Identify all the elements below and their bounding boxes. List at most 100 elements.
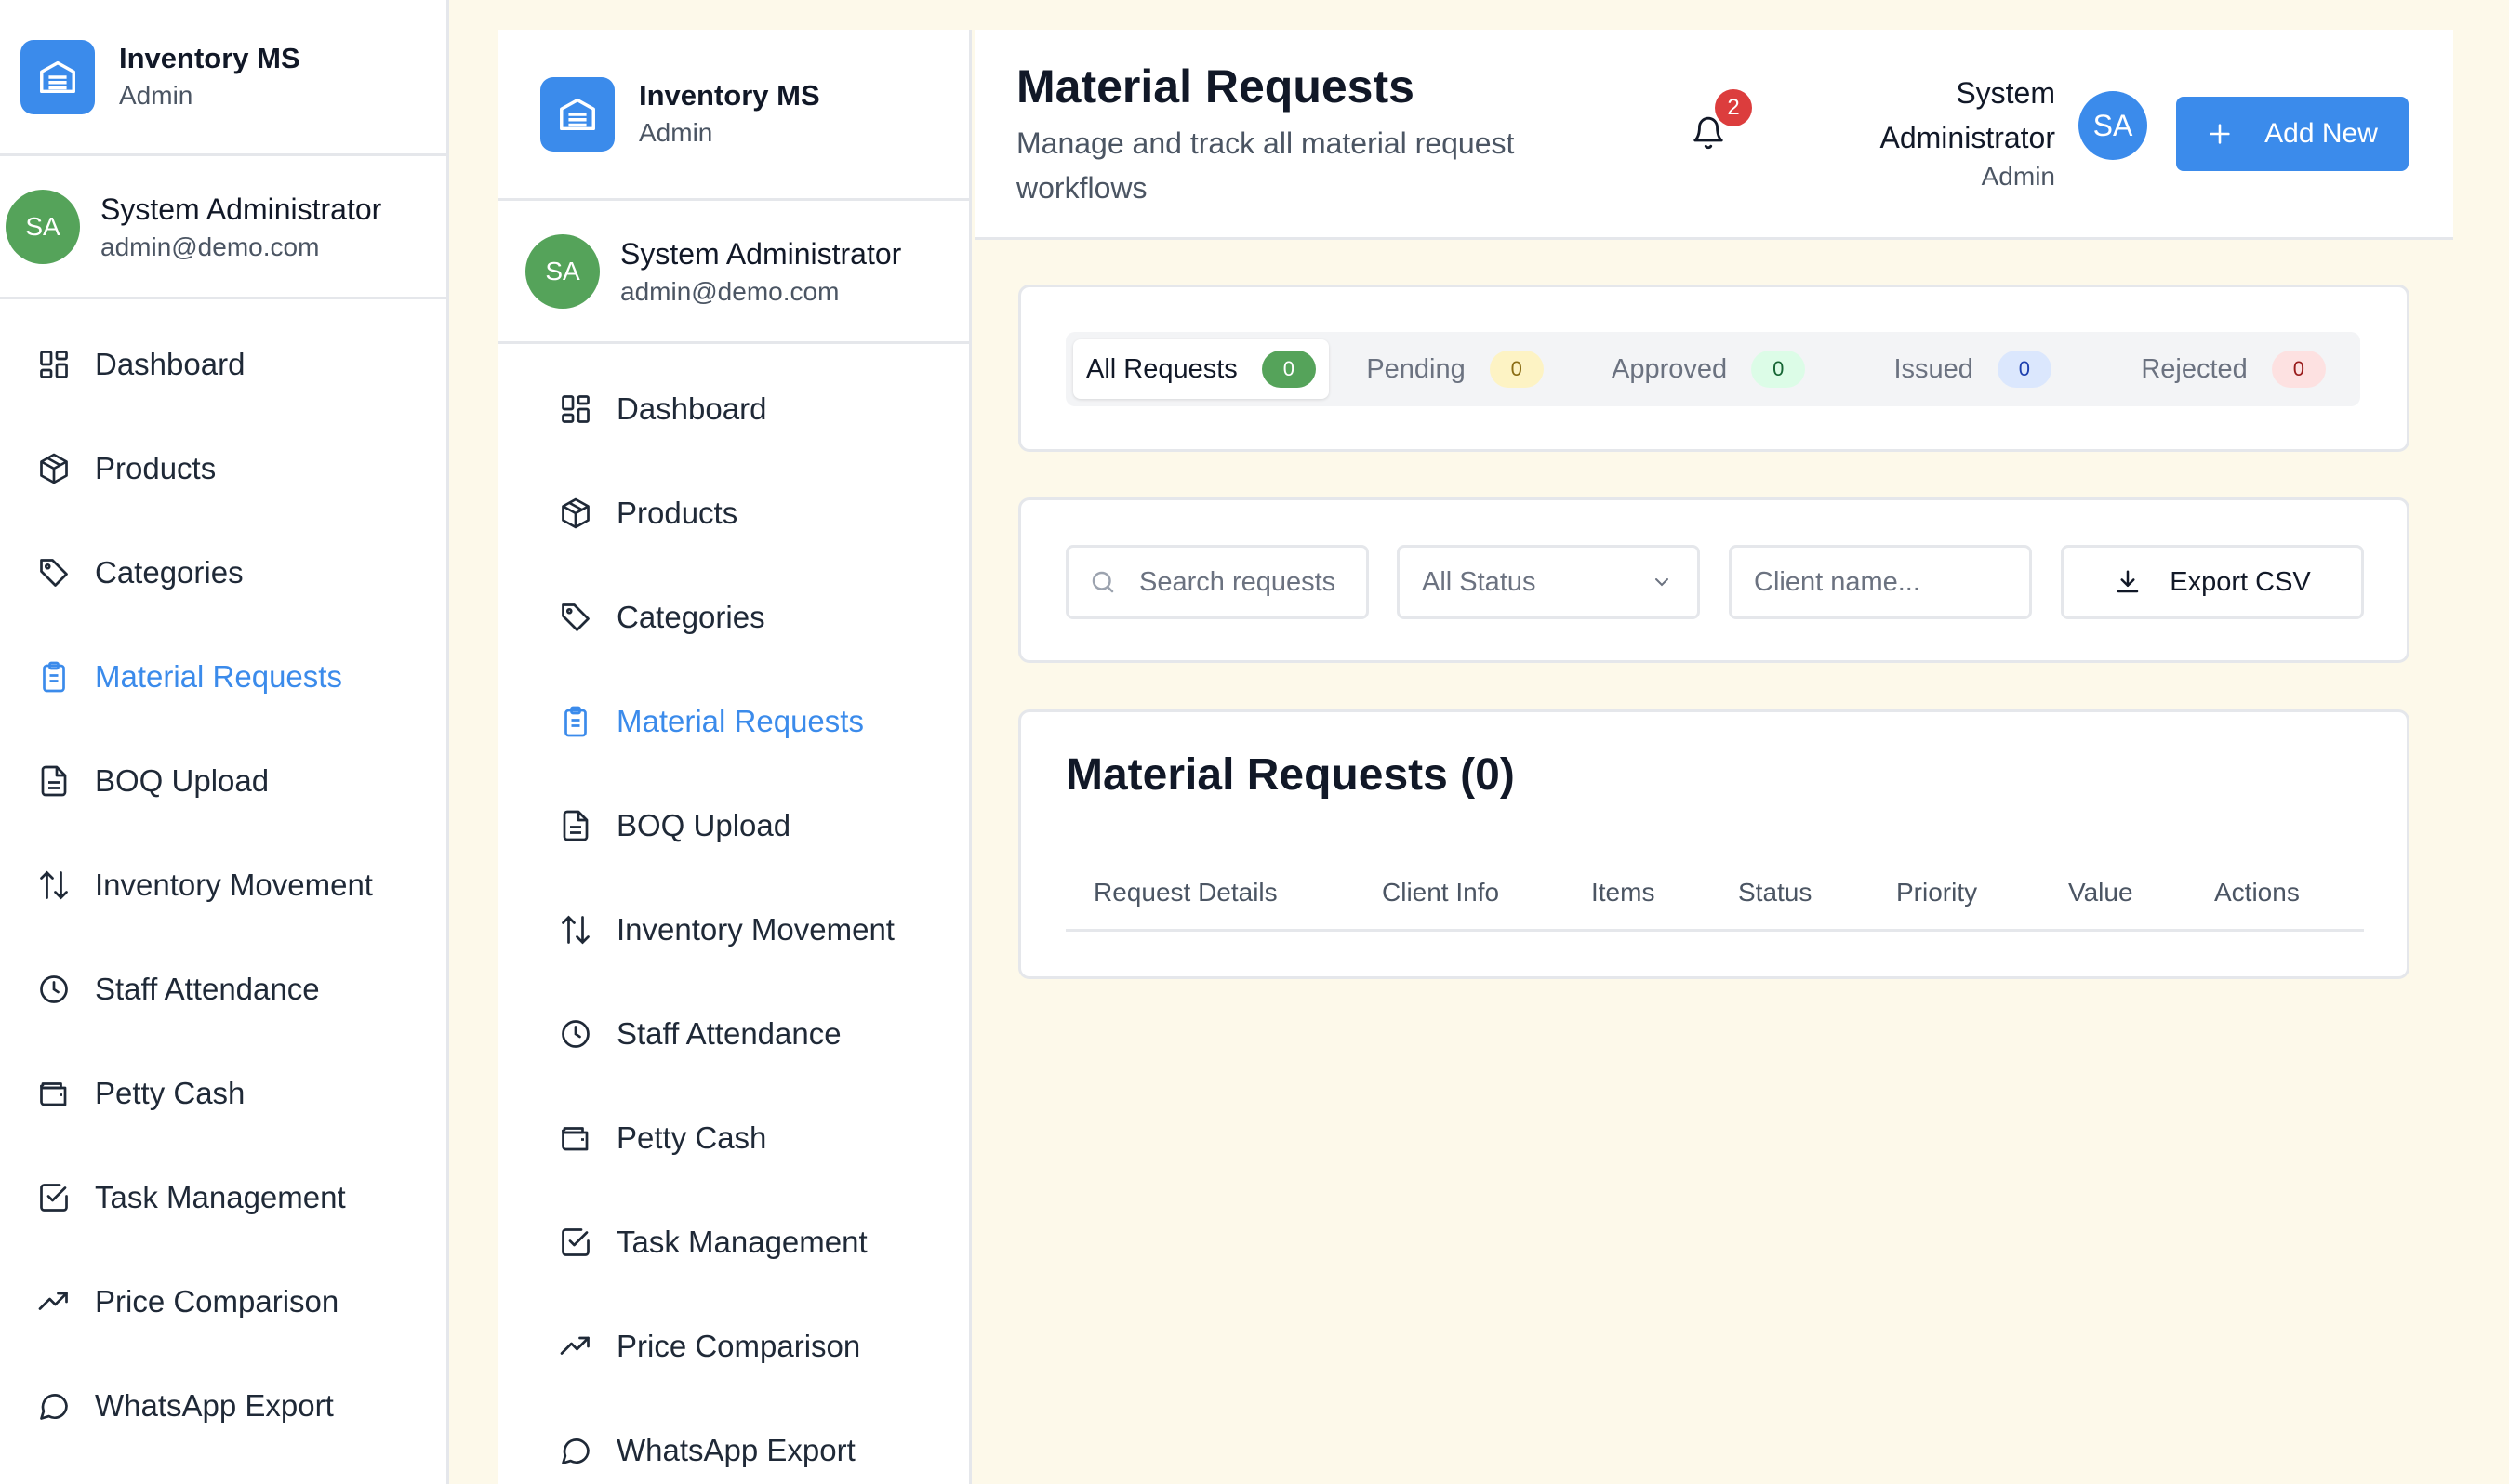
sidebar-item-petty-cash[interactable]: Petty Cash (498, 1086, 969, 1190)
sidebar-item-label: Staff Attendance (95, 972, 320, 1006)
tab-label: Approved (1612, 353, 1728, 384)
column-header[interactable]: Client Info (1382, 878, 1499, 908)
sidebar-item-categories[interactable]: Categories (498, 565, 969, 669)
search-placeholder: Search requests (1139, 566, 1336, 597)
export-csv-button[interactable]: Export CSV (2061, 545, 2364, 619)
sidebar-item-dashboard[interactable]: Dashboard (498, 357, 969, 461)
sidebar-item-price-comparison[interactable]: Price Comparison (0, 1250, 446, 1354)
user-email: admin@demo.com (620, 276, 840, 306)
sidebar-item-products[interactable]: Products (0, 417, 446, 521)
column-header[interactable]: Priority (1896, 878, 1977, 908)
sidebar-item-label: Petty Cash (95, 1076, 246, 1110)
header-user-name-line1: System (1956, 76, 2055, 110)
header-user-name-line2: Administrator (1879, 121, 2056, 154)
sidebar-item-whatsapp-export[interactable]: WhatsApp Export (0, 1354, 446, 1458)
wallet-icon (35, 1075, 73, 1112)
sidebar-item-material-requests[interactable]: Material Requests (0, 625, 446, 729)
sidebar-item-label: Products (95, 451, 217, 485)
message-circle-icon (35, 1387, 73, 1424)
sidebar-item-label: Categories (95, 555, 244, 590)
tab-label: All Requests (1086, 353, 1238, 384)
count-badge: 0 (1261, 351, 1316, 388)
tab-rejected[interactable]: Rejected 0 (2085, 339, 2353, 399)
sidebar-item-task-management[interactable]: Task Management (498, 1190, 969, 1294)
add-new-button[interactable]: Add New (2176, 97, 2409, 171)
page-subtitle: Manage and track all material request wo… (1016, 126, 1515, 205)
sidebar-item-label: Material Requests (617, 704, 864, 738)
brand-subtitle: Admin (119, 80, 193, 110)
sidebar-item-label: Material Requests (95, 659, 342, 694)
brand-title: Inventory MS (119, 41, 300, 74)
brand-title: Inventory MS (639, 78, 820, 112)
brand: Inventory MS Admin (498, 30, 969, 201)
sidebar-item-material-requests[interactable]: Material Requests (498, 669, 969, 774)
file-text-icon (557, 807, 594, 844)
sidebar-item-label: Task Management (617, 1225, 868, 1259)
column-header[interactable]: Actions (2214, 878, 2300, 908)
user-card: SA System Administrator admin@demo.com (498, 201, 969, 344)
sidebar-primary: Inventory MS Admin SA System Administrat… (0, 0, 449, 1484)
tab-issued[interactable]: Issued 0 (1845, 339, 2085, 399)
sidebar-item-price-comparison[interactable]: Price Comparison (498, 1294, 969, 1398)
user-card: SA System Administrator admin@demo.com (0, 156, 446, 299)
sidebar-item-inventory-movement[interactable]: Inventory Movement (0, 833, 446, 937)
client-name-placeholder: Client name... (1754, 566, 1920, 597)
sidebar-item-label: Categories (617, 600, 765, 634)
status-select[interactable]: All Status (1397, 545, 1700, 619)
tab-approved[interactable]: Approved 0 (1573, 339, 1845, 399)
client-name-input[interactable]: Client name... (1729, 545, 2032, 619)
avatar[interactable]: SA (2078, 91, 2147, 160)
sidebar-item-label: Inventory Movement (95, 868, 373, 902)
tab-all-requests[interactable]: All Requests 0 (1073, 339, 1330, 399)
sidebar-item-task-management[interactable]: Task Management (0, 1146, 446, 1250)
sidebar-item-boq-upload[interactable]: BOQ Upload (498, 774, 969, 878)
sidebar-item-petty-cash[interactable]: Petty Cash (0, 1041, 446, 1146)
search-icon (1089, 568, 1117, 596)
page-title: Material Requests (1016, 60, 1414, 113)
warehouse-logo-icon (540, 76, 615, 152)
table-header: Request Details Client Info Items Status… (1066, 863, 2364, 932)
column-header[interactable]: Value (2068, 878, 2133, 908)
sidebar-item-label: Dashboard (95, 347, 246, 381)
sidebar-item-boq-upload[interactable]: BOQ Upload (0, 729, 446, 833)
sidebar-item-inventory-movement[interactable]: Inventory Movement (498, 878, 969, 982)
sidebar-item-label: Staff Attendance (617, 1016, 842, 1051)
box-icon (35, 450, 73, 487)
column-header[interactable]: Items (1591, 878, 1654, 908)
tab-label: Pending (1366, 353, 1466, 384)
sidebar-item-staff-attendance[interactable]: Staff Attendance (498, 982, 969, 1086)
sidebar-item-products[interactable]: Products (498, 461, 969, 565)
dashboard-icon (557, 391, 594, 428)
sidebar-item-label: WhatsApp Export (617, 1433, 856, 1467)
sidebar-item-staff-attendance[interactable]: Staff Attendance (0, 937, 446, 1041)
column-header[interactable]: Status (1738, 878, 1812, 908)
clock-icon (557, 1015, 594, 1053)
tab-label: Rejected (2141, 353, 2248, 384)
add-new-label: Add New (2264, 118, 2378, 149)
count-badge: 0 (1997, 351, 2051, 388)
sidebar-item-label: BOQ Upload (617, 808, 791, 842)
chevron-down-icon (1651, 571, 1673, 593)
clock-icon (35, 971, 73, 1008)
column-header[interactable]: Request Details (1094, 878, 1278, 908)
tab-pending[interactable]: Pending 0 (1329, 339, 1573, 399)
tab-label: Issued (1893, 353, 1973, 384)
plus-icon (2207, 121, 2233, 147)
sidebar-item-dashboard[interactable]: Dashboard (0, 312, 446, 417)
count-badge: 0 (1751, 351, 1806, 388)
brand: Inventory MS Admin (0, 0, 446, 156)
clipboard-list-icon (557, 703, 594, 740)
table-title: Material Requests (0) (1066, 750, 1515, 800)
sidebar-item-whatsapp-export[interactable]: WhatsApp Export (498, 1398, 969, 1484)
sidebar-secondary: Inventory MS Admin SA System Administrat… (498, 30, 972, 1484)
box-icon (557, 495, 594, 532)
sidebar-item-label: Petty Cash (617, 1120, 767, 1155)
search-input[interactable]: Search requests (1066, 545, 1369, 619)
wallet-icon (557, 1120, 594, 1157)
status-tabs-card: All Requests 0 Pending 0 Approved 0 Issu… (1018, 285, 2409, 452)
clipboard-list-icon (35, 658, 73, 696)
user-name: System Administrator (620, 236, 902, 271)
sidebar-item-categories[interactable]: Categories (0, 521, 446, 625)
check-square-icon (35, 1179, 73, 1216)
tag-icon (557, 599, 594, 636)
